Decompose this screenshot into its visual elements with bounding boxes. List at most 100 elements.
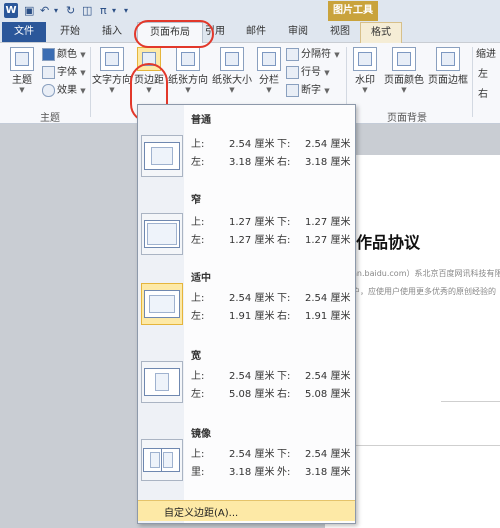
top-value: 2.54 厘米 (229, 449, 275, 460)
margin-option-moderate[interactable]: 适中 上: 2.54 厘米 下: 2.54 厘米 左: 1.91 厘米 右: 1… (138, 269, 355, 347)
bottom-label: 下: (277, 139, 291, 150)
size-label: 纸张大小 (212, 75, 252, 86)
hyphenation-label: 断字 (301, 85, 321, 96)
margin-area (155, 373, 169, 391)
print-preview-icon[interactable]: ◫ (82, 3, 92, 18)
document-text-line: an.baidu.com）系北京百度网讯科技有限公 (352, 269, 500, 278)
top-label: 上: (191, 293, 205, 304)
tab-home[interactable]: 开始 (50, 22, 90, 42)
themes-icon (10, 47, 34, 71)
tab-format[interactable]: 格式 (360, 22, 402, 43)
text-box-line (355, 445, 500, 446)
margins-dropdown-menu: 普通 上: 2.54 厘米 下: 2.54 厘米 左: 3.18 厘米 右: 3… (137, 104, 356, 524)
document-area-background (0, 124, 137, 528)
text-direction-label: 文字方向 (92, 75, 132, 86)
orientation-label: 纸张方向 (168, 75, 208, 86)
left-value: 5.08 厘米 (229, 389, 275, 400)
columns-button[interactable]: 分栏 ▼ (256, 47, 282, 94)
margin-area (147, 223, 177, 245)
custom-margins-label: 自定义边距(A)... (164, 508, 239, 519)
margin-option-name: 镜像 (191, 429, 211, 440)
themes-group-label: 主题 (40, 113, 60, 124)
theme-effects-button[interactable]: 效果 ▼ (42, 83, 86, 99)
quick-access-toolbar: W ▣ ↶ ▾ ↻ ◫ π ▾ ▾ 图片工具 (0, 0, 500, 23)
margin-option-mirrored[interactable]: 镜像 上: 2.54 厘米 下: 2.54 厘米 里: 3.18 厘米 外: 3… (138, 425, 355, 503)
tab-review[interactable]: 审阅 (278, 22, 318, 42)
document-title: 作品协议 (356, 233, 421, 252)
tab-insert[interactable]: 插入 (92, 22, 132, 42)
margin-area (149, 295, 175, 313)
right-value: 3.18 厘米 (305, 157, 351, 168)
margin-option-normal[interactable]: 普通 上: 2.54 厘米 下: 2.54 厘米 左: 3.18 厘米 右: 3… (138, 111, 355, 189)
top-label: 上: (191, 217, 205, 228)
redo-icon[interactable]: ↻ (66, 3, 75, 18)
tab-mailings[interactable]: 邮件 (236, 22, 276, 42)
customize-qat-button[interactable]: ▾ (124, 3, 128, 18)
margin-wide-icon (141, 361, 183, 403)
left-value: 1.91 厘米 (229, 311, 275, 322)
theme-fonts-label: 字体 (57, 67, 77, 78)
line-numbers-icon (286, 65, 299, 79)
chevron-down-icon: ▼ (266, 86, 272, 94)
tab-file[interactable]: 文件 (2, 22, 46, 42)
margin-option-narrow[interactable]: 窄 上: 1.27 厘米 下: 1.27 厘米 左: 1.27 厘米 右: 1.… (138, 191, 355, 269)
page-borders-icon (436, 47, 460, 71)
page-borders-button[interactable]: 页面边框 (426, 47, 470, 86)
orientation-icon (176, 47, 200, 71)
group-divider (90, 47, 91, 117)
breaks-button[interactable]: 分隔符 ▼ (286, 47, 340, 63)
chevron-down-icon: ▼ (80, 87, 86, 95)
top-label: 上: (191, 371, 205, 382)
page-preview (144, 220, 180, 248)
margin-area (151, 147, 173, 165)
margin-option-name: 适中 (191, 273, 211, 284)
undo-dropdown-icon[interactable]: ▾ (54, 3, 58, 18)
orientation-button[interactable]: 纸张方向 ▼ (168, 47, 208, 94)
document-text-line: 户，应使用户使用更多优秀的原创经验的 (352, 287, 496, 296)
hyphenation-icon (286, 83, 299, 97)
bottom-value: 1.27 厘米 (305, 217, 351, 228)
chevron-down-icon: ▼ (80, 51, 86, 59)
inside-label: 里: (191, 467, 205, 478)
themes-button[interactable]: 主题 ▼ (6, 47, 38, 94)
custom-margins-menu-item[interactable]: 自定义边距(A)... (138, 500, 355, 521)
breaks-label: 分隔符 (301, 49, 331, 60)
chevron-down-icon: ▼ (362, 86, 368, 94)
hyphenation-button[interactable]: 断字 ▼ (286, 83, 330, 99)
margin-option-wide[interactable]: 宽 上: 2.54 厘米 下: 2.54 厘米 左: 5.08 厘米 右: 5.… (138, 347, 355, 425)
page-color-button[interactable]: 页面颜色 ▼ (382, 47, 426, 94)
watermark-label: 水印 (355, 75, 375, 86)
equation-button[interactable]: π (100, 3, 107, 18)
tab-view[interactable]: 视图 (320, 22, 360, 42)
theme-effects-label: 效果 (57, 85, 77, 96)
bottom-label: 下: (277, 449, 291, 460)
margin-area (163, 452, 173, 468)
left-label: 左: (191, 389, 205, 400)
page-color-label: 页面颜色 (384, 75, 424, 86)
size-button[interactable]: 纸张大小 ▼ (210, 47, 254, 94)
right-value: 1.27 厘米 (305, 235, 351, 246)
page-preview-right (161, 448, 180, 472)
watermark-button[interactable]: 水印 ▼ (350, 47, 380, 94)
equation-dropdown-icon[interactable]: ▾ (112, 3, 116, 18)
margin-option-name: 宽 (191, 351, 201, 362)
themes-label: 主题 (12, 75, 32, 86)
left-value: 1.27 厘米 (229, 235, 275, 246)
bottom-value: 2.54 厘米 (305, 139, 351, 150)
text-direction-button[interactable]: 文字方向 ▼ (92, 47, 132, 94)
right-label: 右: (277, 157, 291, 168)
top-label: 上: (191, 449, 205, 460)
left-label: 左: (191, 235, 205, 246)
save-icon[interactable]: ▣ (24, 3, 34, 18)
right-value: 5.08 厘米 (305, 389, 351, 400)
line-numbers-button[interactable]: 行号 ▼ (286, 65, 330, 81)
top-value: 2.54 厘米 (229, 139, 275, 150)
right-label: 右: (277, 311, 291, 322)
theme-colors-button[interactable]: 颜色 ▼ (42, 47, 86, 63)
page-color-icon (392, 47, 416, 71)
effects-icon (42, 83, 55, 97)
margin-option-name: 普通 (191, 115, 211, 126)
word-app-icon[interactable]: W (4, 3, 18, 18)
theme-fonts-button[interactable]: 字体 ▼ (42, 65, 86, 81)
undo-icon[interactable]: ↶ (40, 3, 49, 18)
